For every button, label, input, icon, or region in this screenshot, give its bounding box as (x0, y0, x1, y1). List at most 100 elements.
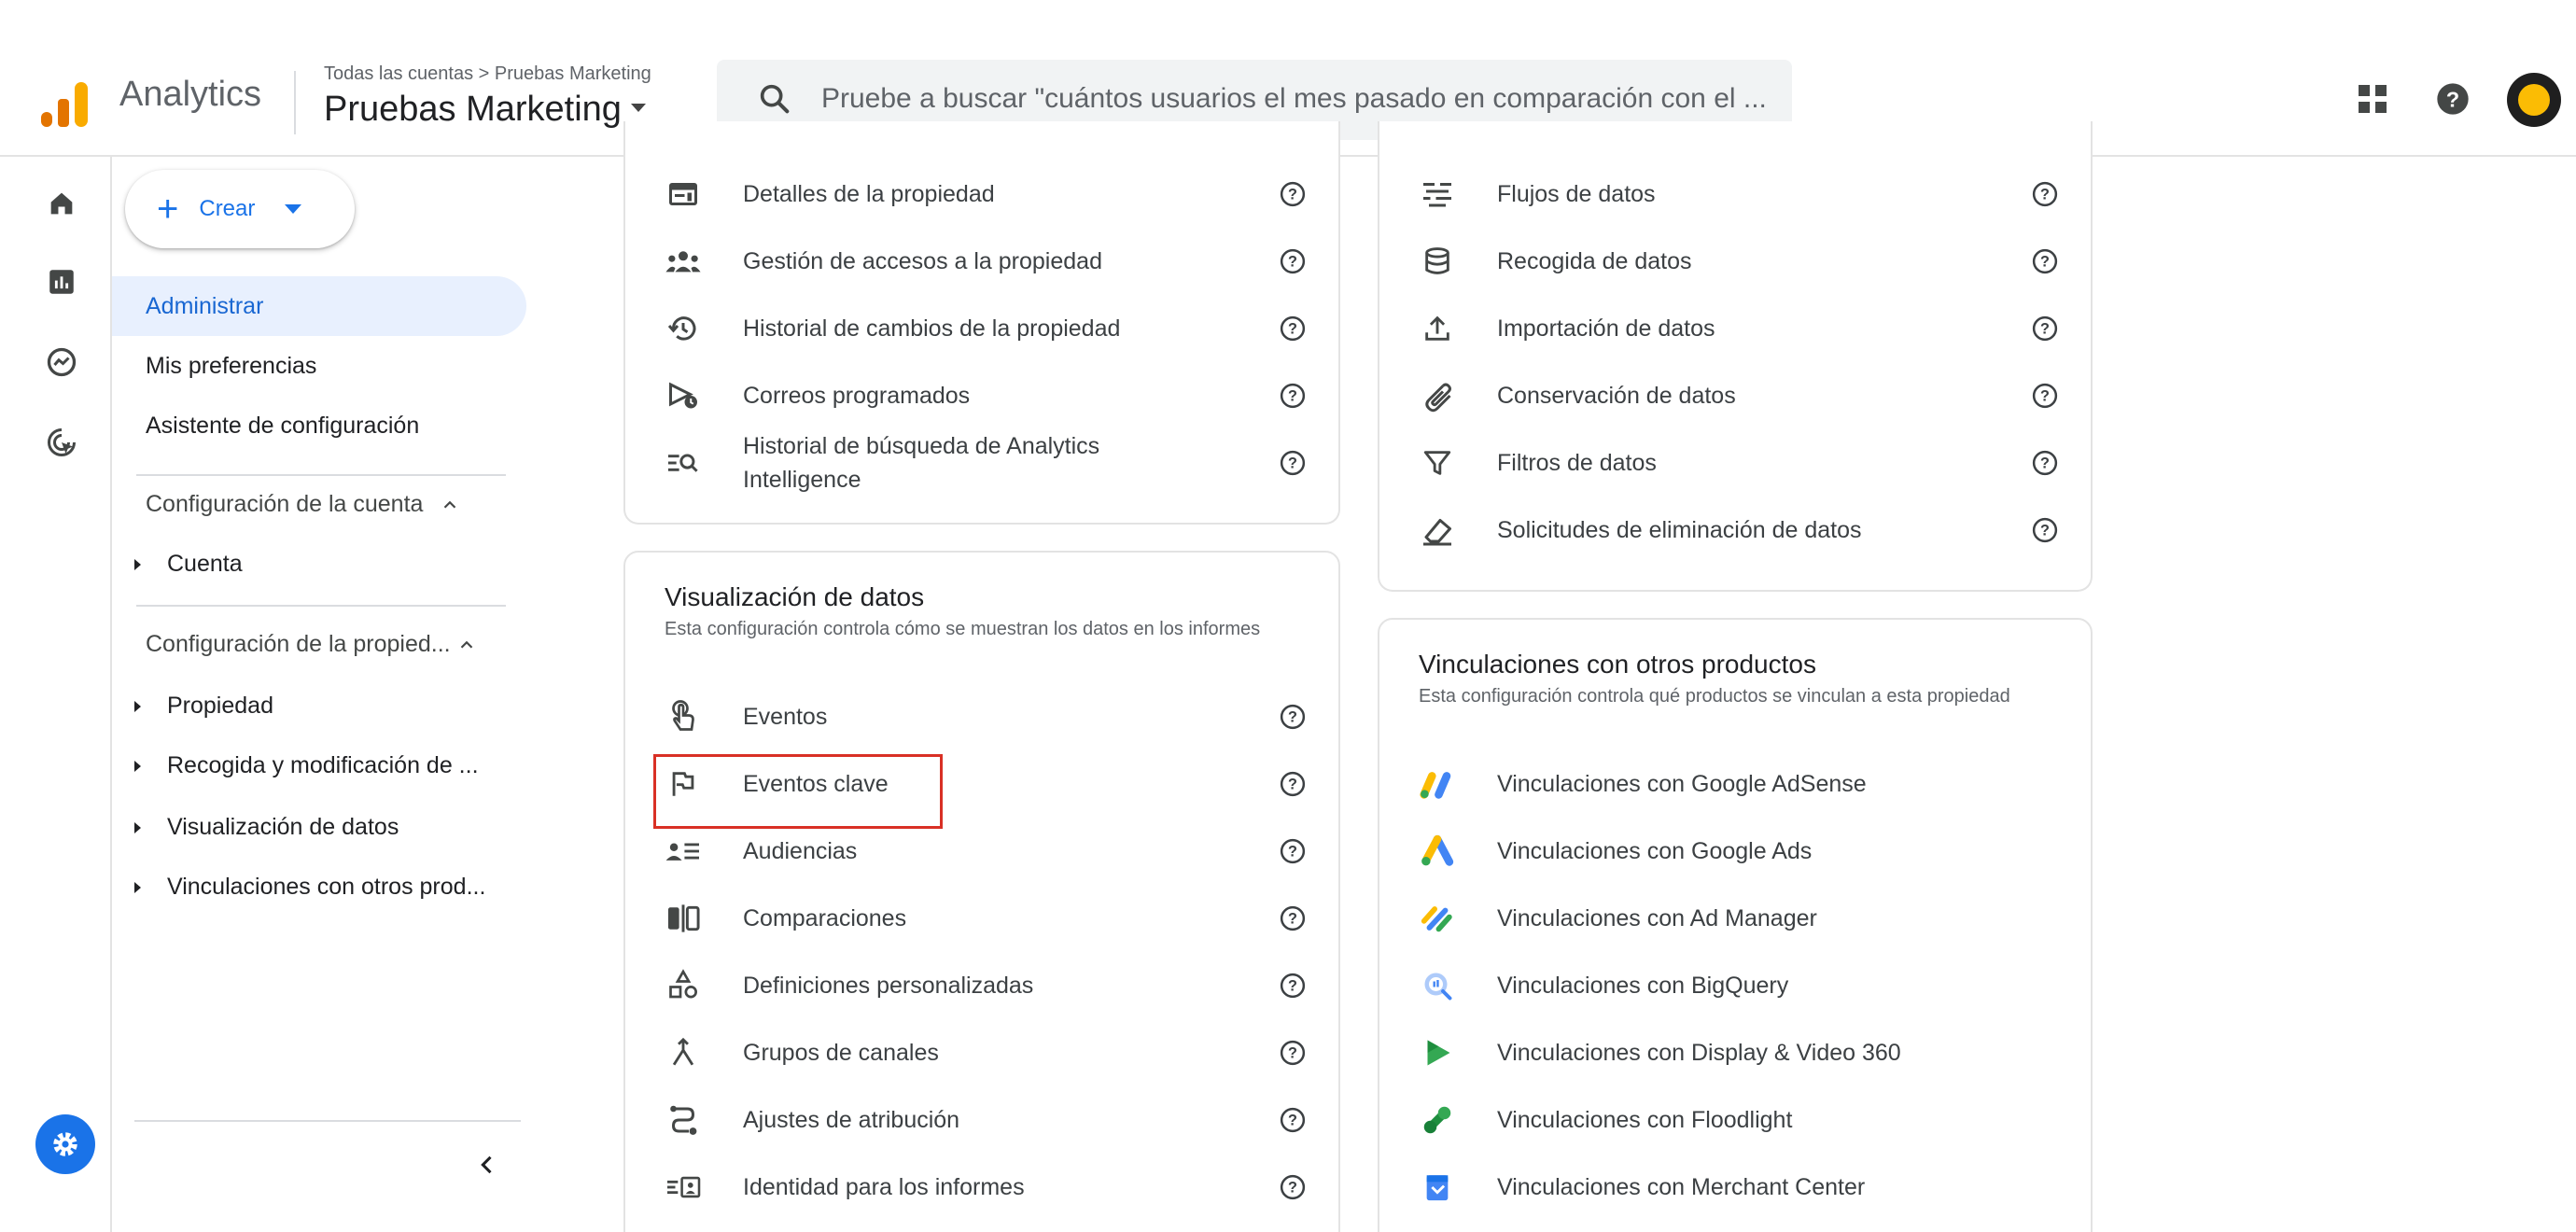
help-icon[interactable]: ? (2031, 449, 2059, 477)
help-icon[interactable]: ? (1279, 837, 1307, 865)
scheduled-emails-row[interactable]: Correos programados ? (625, 362, 1342, 429)
display-video-link-row[interactable]: Vinculaciones con Display & Video 360 (1379, 1019, 2094, 1086)
property-settings-card: Detalles de la propiedad ? Gestión de ac… (623, 121, 1340, 525)
analytics-logo-icon[interactable] (41, 80, 90, 129)
svg-text:?: ? (1288, 388, 1297, 405)
help-icon[interactable]: ? (1279, 449, 1307, 477)
breadcrumb[interactable]: Todas las cuentas > Pruebas Marketing (324, 63, 651, 85)
google-ads-link-row[interactable]: Vinculaciones con Google Ads (1379, 818, 2094, 885)
help-icon[interactable]: ? (1279, 972, 1307, 1000)
help-icon[interactable]: ? (1279, 1173, 1307, 1201)
account-settings-section[interactable]: Configuración de la cuenta (146, 491, 460, 518)
data-streams-row[interactable]: Flujos de datos ? (1379, 161, 2094, 228)
help-icon[interactable]: ? (2430, 77, 2475, 121)
help-icon[interactable]: ? (1279, 703, 1307, 731)
row-label: Correos programados (743, 383, 971, 409)
nav-item-administrar[interactable]: Administrar (112, 276, 526, 336)
row-label: Recogida de datos (1497, 248, 1692, 274)
nav-sub-vinculaciones[interactable]: Vinculaciones con otros prod... (134, 874, 485, 901)
access-management-icon (663, 241, 704, 282)
adsense-link-row[interactable]: Vinculaciones con Google AdSense (1379, 750, 2094, 818)
property-settings-section[interactable]: Configuración de la propied... (146, 631, 477, 658)
account-avatar[interactable] (2507, 73, 2561, 127)
data-collection-row[interactable]: Recogida de datos ? (1379, 228, 2094, 295)
reporting-identity-row[interactable]: Identidad para los informes ? (625, 1154, 1342, 1221)
data-deletion-row[interactable]: Solicitudes de eliminación de datos ? (1379, 497, 2094, 564)
chevron-left-icon (481, 1155, 492, 1174)
property-name: Pruebas Marketing (324, 90, 622, 129)
help-icon[interactable]: ? (1279, 1039, 1307, 1067)
help-icon[interactable]: ? (1279, 382, 1307, 410)
nav-sub-recogida[interactable]: Recogida y modificación de ... (134, 752, 479, 779)
data-retention-row[interactable]: Conservación de datos ? (1379, 362, 2094, 429)
nav-sub-propiedad[interactable]: Propiedad (134, 693, 273, 720)
help-icon[interactable]: ? (2031, 516, 2059, 544)
help-icon[interactable]: ? (2031, 180, 2059, 208)
nav-sub-cuenta[interactable]: Cuenta (134, 551, 243, 578)
highlight-box (653, 754, 943, 829)
row-label: Identidad para los informes (743, 1174, 1025, 1200)
svg-text:?: ? (1288, 455, 1297, 472)
help-icon[interactable]: ? (2031, 247, 2059, 275)
svg-text:?: ? (2446, 87, 2459, 111)
channel-groups-row[interactable]: Grupos de canales ? (625, 1019, 1342, 1086)
help-icon[interactable]: ? (1279, 180, 1307, 208)
custom-definitions-row[interactable]: Definiciones personalizadas ? (625, 952, 1342, 1019)
advertising-icon[interactable] (39, 420, 84, 465)
help-icon[interactable]: ? (1279, 770, 1307, 798)
svg-text:?: ? (2040, 455, 2050, 472)
reports-icon[interactable] (39, 259, 84, 304)
data-display-card: Visualización de datos Esta configuració… (623, 551, 1340, 1232)
ad-manager-icon (1417, 898, 1458, 939)
help-icon[interactable]: ? (2031, 315, 2059, 343)
nav-sub-label: Propiedad (167, 693, 273, 719)
nav-sub-visualizacion[interactable]: Visualización de datos (134, 814, 399, 841)
help-icon[interactable]: ? (1279, 1106, 1307, 1134)
search-input[interactable]: Pruebe a buscar "cuántos usuarios el mes… (821, 83, 1767, 115)
property-details-row[interactable]: Detalles de la propiedad ? (625, 161, 1342, 228)
change-history-row[interactable]: Historial de cambios de la propiedad ? (625, 295, 1342, 362)
home-icon[interactable] (39, 181, 84, 226)
data-filters-row[interactable]: Filtros de datos ? (1379, 429, 2094, 497)
events-row[interactable]: Eventos ? (625, 683, 1342, 750)
explore-icon[interactable] (39, 340, 84, 385)
svg-text:?: ? (2040, 254, 2050, 271)
help-icon[interactable]: ? (1279, 904, 1307, 932)
help-icon[interactable]: ? (1279, 315, 1307, 343)
svg-text:?: ? (1288, 777, 1297, 793)
expand-arrow-icon (134, 821, 141, 833)
nav-item-mis-preferencias[interactable]: Mis preferencias (112, 336, 316, 396)
apps-grid-icon[interactable] (2350, 77, 2395, 121)
access-management-row[interactable]: Gestión de accesos a la propiedad ? (625, 228, 1342, 295)
expand-arrow-icon (134, 760, 141, 772)
attribution-row[interactable]: Ajustes de atribución ? (625, 1086, 1342, 1154)
scheduled-email-icon (663, 375, 704, 416)
comparisons-row[interactable]: Comparaciones ? (625, 885, 1342, 952)
row-label: Vinculaciones con Google Ads (1497, 838, 1813, 864)
touch-icon (663, 696, 704, 737)
row-label: Vinculaciones con Floodlight (1497, 1107, 1793, 1133)
row-label: Flujos de datos (1497, 181, 1656, 207)
property-selector[interactable]: Pruebas Marketing (324, 90, 646, 130)
row-label: Conservación de datos (1497, 383, 1736, 409)
collapse-nav-button[interactable] (469, 1146, 506, 1183)
expand-arrow-icon (134, 558, 141, 570)
svg-text:?: ? (2040, 523, 2050, 539)
upload-icon (1417, 308, 1458, 349)
row-label: Audiencias (743, 838, 858, 864)
merchant-center-link-row[interactable]: Vinculaciones con Merchant Center (1379, 1154, 2094, 1221)
ad-manager-link-row[interactable]: Vinculaciones con Ad Manager (1379, 885, 2094, 952)
navigation-rail (19, 157, 112, 1232)
bigquery-link-row[interactable]: Vinculaciones con BigQuery (1379, 952, 2094, 1019)
nav-sub-label: Recogida y modificación de ... (167, 752, 479, 778)
nav-item-asistente[interactable]: Asistente de configuración (112, 396, 419, 455)
admin-gear-icon[interactable] (35, 1114, 95, 1174)
app-name: Analytics (119, 75, 262, 114)
search-history-row[interactable]: Historial de búsqueda de Analytics Intel… (625, 429, 1342, 497)
create-button[interactable]: + Crear (125, 170, 355, 248)
data-import-row[interactable]: Importación de datos ? (1379, 295, 2094, 362)
help-icon[interactable]: ? (1279, 247, 1307, 275)
floodlight-link-row[interactable]: Vinculaciones con Floodlight (1379, 1086, 2094, 1154)
help-icon[interactable]: ? (2031, 382, 2059, 410)
row-label: Grupos de canales (743, 1040, 939, 1066)
